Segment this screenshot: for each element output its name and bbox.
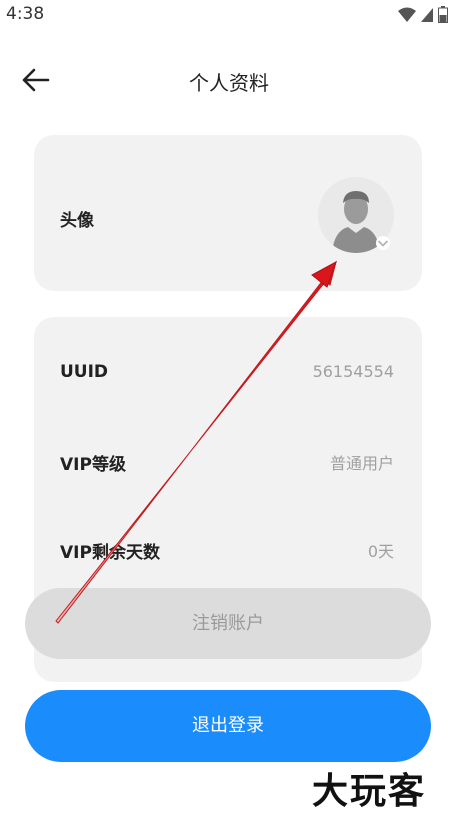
chevron-down-icon <box>376 236 390 250</box>
status-time: 4:38 <box>6 4 45 24</box>
vip-level-label: VIP等级 <box>60 455 126 475</box>
watermark-logo: 大玩客 <box>312 770 427 812</box>
top-bar: 个人资料 <box>0 55 458 105</box>
uuid-label: UUID <box>60 362 109 382</box>
vip-days-value: 0天 <box>367 542 394 561</box>
wifi-icon <box>398 7 416 22</box>
vip-level-value: 普通用户 <box>329 454 394 473</box>
deactivate-account-button[interactable]: 注销账户 <box>25 588 431 659</box>
avatar-card[interactable]: 头像 <box>34 135 422 291</box>
status-bar: 4:38 <box>0 0 458 30</box>
status-icons <box>398 6 448 23</box>
battery-icon <box>438 6 448 23</box>
vip-days-label: VIP剩余天数 <box>60 543 160 563</box>
page-title: 个人资料 <box>189 71 269 95</box>
signal-icon <box>421 7 433 22</box>
avatar-label: 头像 <box>60 211 94 231</box>
logout-button[interactable]: 退出登录 <box>25 690 431 762</box>
uuid-value: 56154554 <box>312 362 394 381</box>
